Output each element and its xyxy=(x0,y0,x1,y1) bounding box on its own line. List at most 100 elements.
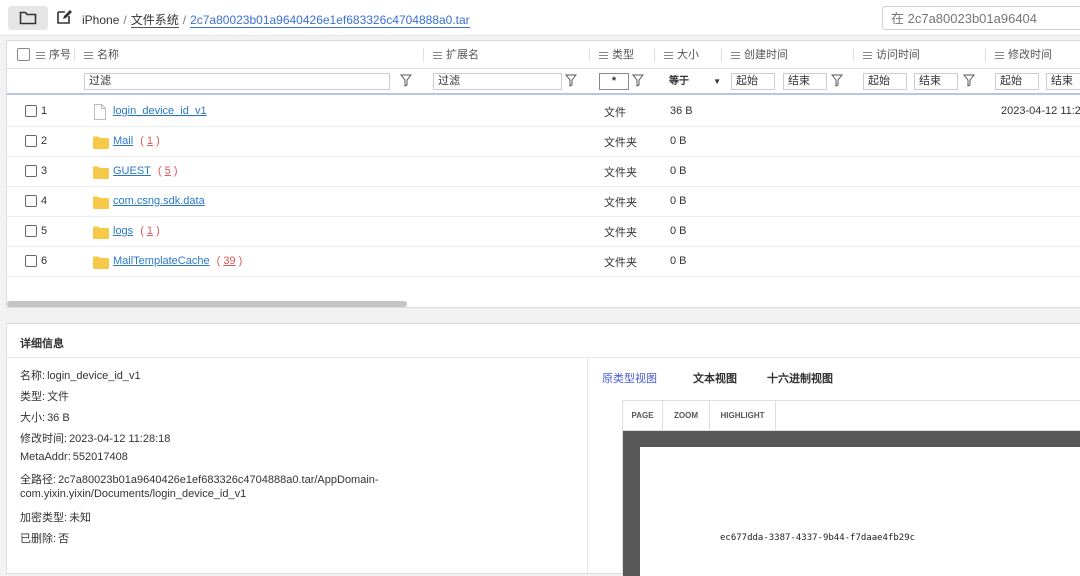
row-checkbox[interactable] xyxy=(25,165,37,177)
file-name-link[interactable]: login_device_id_v1 xyxy=(113,105,207,117)
file-name-link[interactable]: com.csng.sdk.data xyxy=(113,195,205,207)
column-divider[interactable] xyxy=(721,48,722,62)
menu-icon xyxy=(599,52,608,59)
file-name-link[interactable]: GUEST xyxy=(113,165,151,177)
property-metaaddr: MetaAddr: 552017408 xyxy=(20,451,128,463)
column-divider[interactable] xyxy=(985,48,986,62)
top-toolbar: iPhone / 文件系统/2c7a80023b01a9640426e1ef6833… xyxy=(0,0,1080,36)
property-deleted: 已删除: 否 xyxy=(20,533,70,545)
details-header: 详细信息 xyxy=(7,324,1080,358)
folder-icon xyxy=(19,11,37,25)
row-type: 文件夹 xyxy=(604,167,637,179)
column-header-ext[interactable]: 扩展名 xyxy=(433,41,479,69)
folder-icon xyxy=(93,256,109,269)
row-checkbox[interactable] xyxy=(25,255,37,267)
column-header-index[interactable]: 序号 xyxy=(36,41,71,69)
zoom-button[interactable]: ZOOM xyxy=(663,401,710,431)
breadcrumb-root[interactable]: iPhone xyxy=(82,13,119,27)
tab-raw-view[interactable]: 原类型视图 xyxy=(602,370,657,386)
open-folder-button[interactable] xyxy=(8,6,48,30)
created-end-input[interactable]: 结束 xyxy=(783,73,827,90)
folder-icon xyxy=(93,136,109,149)
column-divider[interactable] xyxy=(654,48,655,62)
highlight-button[interactable]: HIGHLIGHT xyxy=(710,401,776,431)
filter-icon[interactable] xyxy=(831,74,843,87)
tab-hex-view[interactable]: 十六进制视图 xyxy=(767,370,833,386)
column-header-created[interactable]: 创建时间 xyxy=(731,41,788,69)
ext-filter-input[interactable]: 过滤 xyxy=(433,73,562,90)
column-header-size[interactable]: 大小 xyxy=(664,41,699,69)
property-encryption: 加密类型: 未知 xyxy=(20,512,92,524)
table-row[interactable]: 1 login_device_id_v1 文件 36 B 2023-04-12 11:2 xyxy=(7,97,1080,127)
modified-end-input[interactable]: 结束 xyxy=(1046,73,1080,90)
filter-icon[interactable] xyxy=(400,74,412,87)
file-name-link[interactable]: MailTemplateCache xyxy=(113,255,210,267)
edit-icon[interactable] xyxy=(56,9,72,25)
file-grid: 序号 名称 扩展名 类型 大小 创建时间 访问时间 修改时间 过滤 过滤 * 等… xyxy=(6,40,1080,308)
filter-icon[interactable] xyxy=(963,74,975,87)
details-preview: 原类型视图 文本视图 十六进制视图 PAGE ZOOM HIGHLIGHT ec… xyxy=(589,358,1080,576)
breadcrumb-current[interactable]: 2c7a80023b01a9640426e1ef683326c4704888a0… xyxy=(190,13,470,28)
table-row[interactable]: 5 logs ( 1 ) 文件夹 0 B xyxy=(7,217,1080,247)
column-divider[interactable] xyxy=(423,48,424,62)
filter-icon[interactable] xyxy=(565,74,577,87)
child-count-value: 1 xyxy=(146,225,154,237)
page-button[interactable]: PAGE xyxy=(623,401,663,431)
breadcrumb-separator: / xyxy=(182,13,187,27)
column-divider[interactable] xyxy=(74,48,75,62)
size-operator-select[interactable]: 等于 ▼ xyxy=(669,73,721,90)
row-checkbox[interactable] xyxy=(25,195,37,207)
property-name: 名称: login_device_id_v1 xyxy=(20,370,141,382)
created-start-input[interactable]: 起始 xyxy=(731,73,775,90)
row-type: 文件夹 xyxy=(604,197,637,209)
row-checkbox[interactable] xyxy=(25,105,37,117)
child-count-badge: ( 39 ) xyxy=(216,255,243,267)
property-path-cont: com.yixin.yixin/Documents/login_device_i… xyxy=(20,488,247,500)
column-header-type[interactable]: 类型 xyxy=(599,41,634,69)
column-header-accessed[interactable]: 访问时间 xyxy=(863,41,920,69)
table-row[interactable]: 2 Mail ( 1 ) 文件夹 0 B xyxy=(7,127,1080,157)
row-size: 0 B xyxy=(670,225,687,237)
grid-header: 序号 名称 扩展名 类型 大小 创建时间 访问时间 修改时间 xyxy=(7,41,1080,69)
modified-start-input[interactable]: 起始 xyxy=(995,73,1039,90)
file-name-link[interactable]: logs xyxy=(113,225,133,237)
table-row[interactable]: 4 com.csng.sdk.data 文件夹 0 B xyxy=(7,187,1080,217)
row-size: 36 B xyxy=(670,105,693,117)
menu-icon xyxy=(995,52,1004,59)
folder-icon xyxy=(93,166,109,179)
breadcrumb: iPhone / 文件系统/2c7a80023b01a9640426e1ef6833… xyxy=(82,11,470,28)
row-size: 0 B xyxy=(670,165,687,177)
search-box[interactable] xyxy=(882,6,1080,30)
column-divider[interactable] xyxy=(589,48,590,62)
folder-icon xyxy=(93,196,109,209)
file-name-link[interactable]: Mail xyxy=(113,135,133,147)
details-properties: 名称: login_device_id_v1 类型: 文件 大小: 36 B 修改时间… xyxy=(7,358,588,575)
column-header-modified[interactable]: 修改时间 xyxy=(995,41,1052,69)
menu-icon xyxy=(664,52,673,59)
search-input[interactable] xyxy=(891,10,1061,26)
column-header-name[interactable]: 名称 xyxy=(84,41,119,69)
row-modified: 2023-04-12 11:2 xyxy=(1001,105,1080,117)
property-path: 全路径: 2c7a80023b01a9640426e1ef683326c47048… xyxy=(20,474,379,486)
table-row[interactable]: 3 GUEST ( 5 ) 文件夹 0 B xyxy=(7,157,1080,187)
tab-text-view[interactable]: 文本视图 xyxy=(693,370,737,386)
row-type: 文件夹 xyxy=(604,257,637,269)
row-checkbox[interactable] xyxy=(25,135,37,147)
select-all-checkbox[interactable] xyxy=(17,48,30,61)
horizontal-scrollbar[interactable] xyxy=(7,301,407,307)
accessed-start-input[interactable]: 起始 xyxy=(863,73,907,90)
child-count-badge: ( 1 ) xyxy=(140,225,160,237)
menu-icon xyxy=(84,52,93,59)
type-filter-input[interactable]: * xyxy=(599,73,629,90)
name-filter-input[interactable]: 过滤 xyxy=(84,73,390,90)
row-checkbox[interactable] xyxy=(25,225,37,237)
child-count-value: 1 xyxy=(146,135,154,147)
column-divider[interactable] xyxy=(853,48,854,62)
table-row[interactable]: 6 MailTemplateCache ( 39 ) 文件夹 0 B xyxy=(7,247,1080,277)
accessed-end-input[interactable]: 结束 xyxy=(914,73,958,90)
menu-icon xyxy=(433,52,442,59)
row-index: 3 xyxy=(41,165,48,177)
viewer-canvas[interactable]: ec677dda-3387-4337-9b44-f7daae4fb29c xyxy=(623,431,1080,576)
filter-icon[interactable] xyxy=(632,74,644,87)
breadcrumb-filesystem[interactable]: 文件系统 xyxy=(130,13,179,28)
